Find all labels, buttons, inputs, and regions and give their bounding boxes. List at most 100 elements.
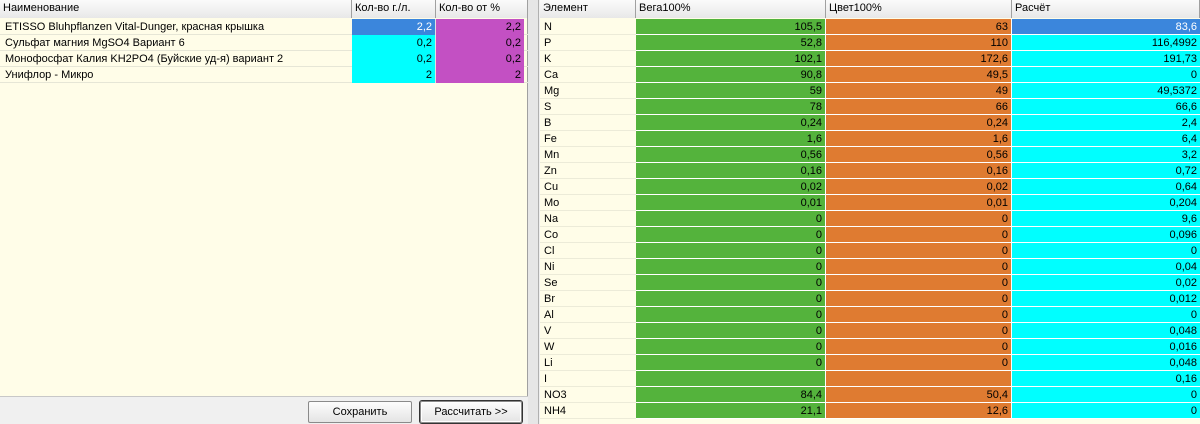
ingredient-name[interactable]: Сульфат магния MgSO4 Вариант 6 xyxy=(0,35,352,51)
element-vega-value[interactable]: 78 xyxy=(636,99,826,115)
element-vega-value[interactable]: 0,16 xyxy=(636,163,826,179)
element-symbol[interactable]: Li xyxy=(540,355,636,371)
element-vega-value[interactable]: 0 xyxy=(636,211,826,227)
element-row[interactable]: S 78 66 66,6 xyxy=(540,99,1200,115)
element-symbol[interactable]: V xyxy=(540,323,636,339)
element-symbol[interactable]: W xyxy=(540,339,636,355)
element-row[interactable]: B 0,24 0,24 2,4 xyxy=(540,115,1200,131)
element-cvet-value[interactable]: 172,6 xyxy=(826,51,1012,67)
ingredient-percent[interactable]: 0,2 xyxy=(436,51,524,67)
element-cvet-value[interactable]: 0 xyxy=(826,211,1012,227)
element-cvet-value[interactable]: 66 xyxy=(826,99,1012,115)
element-row[interactable]: K 102,1 172,6 191,73 xyxy=(540,51,1200,67)
element-row[interactable]: Li 0 0 0,048 xyxy=(540,355,1200,371)
element-symbol[interactable]: NO3 xyxy=(540,387,636,403)
element-row[interactable]: Mg 59 49 49,5372 xyxy=(540,83,1200,99)
element-calc-value[interactable]: 0,012 xyxy=(1012,291,1200,307)
element-calc-value[interactable]: 9,6 xyxy=(1012,211,1200,227)
element-vega-value[interactable]: 0,01 xyxy=(636,195,826,211)
element-symbol[interactable]: Se xyxy=(540,275,636,291)
element-calc-value[interactable]: 3,2 xyxy=(1012,147,1200,163)
element-calc-value[interactable]: 116,4992 xyxy=(1012,35,1200,51)
element-symbol[interactable]: B xyxy=(540,115,636,131)
element-calc-value[interactable]: 0,04 xyxy=(1012,259,1200,275)
element-cvet-value[interactable]: 0 xyxy=(826,259,1012,275)
element-vega-value[interactable]: 84,4 xyxy=(636,387,826,403)
element-calc-value[interactable]: 0 xyxy=(1012,67,1200,83)
element-row[interactable]: Fe 1,6 1,6 6,4 xyxy=(540,131,1200,147)
element-symbol[interactable]: I xyxy=(540,371,636,387)
element-cvet-value[interactable]: 0,02 xyxy=(826,179,1012,195)
element-calc-value[interactable]: 0,048 xyxy=(1012,323,1200,339)
element-cvet-value[interactable]: 63 xyxy=(826,19,1012,35)
ingredient-grams-per-liter[interactable]: 0,2 xyxy=(352,51,436,67)
column-header-percent[interactable]: Кол-во от % xyxy=(436,0,528,18)
element-vega-value[interactable]: 0 xyxy=(636,259,826,275)
element-cvet-value[interactable]: 0 xyxy=(826,355,1012,371)
element-vega-value[interactable]: 0 xyxy=(636,227,826,243)
ingredient-name[interactable]: ETISSO Bluhpflanzen Vital-Dunger, красна… xyxy=(0,19,352,35)
save-button[interactable]: Сохранить xyxy=(308,401,412,423)
element-cvet-value[interactable]: 0,24 xyxy=(826,115,1012,131)
element-row[interactable]: Na 0 0 9,6 xyxy=(540,211,1200,227)
element-cvet-value[interactable]: 49,5 xyxy=(826,67,1012,83)
element-cvet-value[interactable]: 0 xyxy=(826,275,1012,291)
element-cvet-value[interactable]: 1,6 xyxy=(826,131,1012,147)
element-cvet-value[interactable]: 0 xyxy=(826,227,1012,243)
ingredient-row[interactable]: Унифлор - Микро 2 2 xyxy=(0,67,528,83)
element-calc-value[interactable]: 0 xyxy=(1012,243,1200,259)
element-row[interactable]: Se 0 0 0,02 xyxy=(540,275,1200,291)
element-cvet-value[interactable]: 0,16 xyxy=(826,163,1012,179)
element-symbol[interactable]: Cu xyxy=(540,179,636,195)
column-header-cvet[interactable]: Цвет100% xyxy=(826,0,1012,18)
element-row[interactable]: Br 0 0 0,012 xyxy=(540,291,1200,307)
element-calc-value[interactable]: 6,4 xyxy=(1012,131,1200,147)
element-symbol[interactable]: Mo xyxy=(540,195,636,211)
column-header-grams-per-liter[interactable]: Кол-во г./л. xyxy=(352,0,436,18)
element-calc-value[interactable]: 83,6 xyxy=(1012,19,1200,35)
ingredient-name[interactable]: Монофосфат Калия KH2PO4 (Буйские уд-я) в… xyxy=(0,51,352,67)
element-vega-value[interactable]: 0 xyxy=(636,243,826,259)
element-vega-value[interactable]: 0,56 xyxy=(636,147,826,163)
element-row[interactable]: Cu 0,02 0,02 0,64 xyxy=(540,179,1200,195)
element-calc-value[interactable]: 0,72 xyxy=(1012,163,1200,179)
element-calc-value[interactable]: 0 xyxy=(1012,307,1200,323)
element-row[interactable]: N 105,5 63 83,6 xyxy=(540,19,1200,35)
element-calc-value[interactable]: 0,02 xyxy=(1012,275,1200,291)
element-vega-value[interactable]: 0 xyxy=(636,355,826,371)
element-symbol[interactable]: Ni xyxy=(540,259,636,275)
element-symbol[interactable]: Br xyxy=(540,291,636,307)
ingredient-percent[interactable]: 2,2 xyxy=(436,19,524,35)
element-cvet-value[interactable]: 0,56 xyxy=(826,147,1012,163)
element-calc-value[interactable]: 191,73 xyxy=(1012,51,1200,67)
element-symbol[interactable]: Ca xyxy=(540,67,636,83)
column-header-calc[interactable]: Расчёт xyxy=(1012,0,1200,18)
element-row[interactable]: NH4 21,1 12,6 0 xyxy=(540,403,1200,419)
element-symbol[interactable]: Zn xyxy=(540,163,636,179)
element-row[interactable]: Mn 0,56 0,56 3,2 xyxy=(540,147,1200,163)
element-row[interactable]: Co 0 0 0,096 xyxy=(540,227,1200,243)
element-symbol[interactable]: Mn xyxy=(540,147,636,163)
element-cvet-value[interactable]: 49 xyxy=(826,83,1012,99)
element-vega-value[interactable]: 59 xyxy=(636,83,826,99)
element-symbol[interactable]: NH4 xyxy=(540,403,636,419)
element-symbol[interactable]: Mg xyxy=(540,83,636,99)
element-calc-value[interactable]: 0,16 xyxy=(1012,371,1200,387)
ingredient-row[interactable]: Монофосфат Калия KH2PO4 (Буйские уд-я) в… xyxy=(0,51,528,67)
ingredient-row[interactable]: ETISSO Bluhpflanzen Vital-Dunger, красна… xyxy=(0,19,528,35)
element-symbol[interactable]: S xyxy=(540,99,636,115)
element-row[interactable]: I 0,16 xyxy=(540,371,1200,387)
element-vega-value[interactable]: 0 xyxy=(636,307,826,323)
element-symbol[interactable]: Cl xyxy=(540,243,636,259)
ingredient-percent[interactable]: 2 xyxy=(436,67,524,83)
element-vega-value[interactable]: 0 xyxy=(636,291,826,307)
element-cvet-value[interactable]: 0 xyxy=(826,243,1012,259)
element-calc-value[interactable]: 2,4 xyxy=(1012,115,1200,131)
element-calc-value[interactable]: 49,5372 xyxy=(1012,83,1200,99)
element-symbol[interactable]: Fe xyxy=(540,131,636,147)
panel-splitter[interactable] xyxy=(528,0,539,424)
element-calc-value[interactable]: 0,016 xyxy=(1012,339,1200,355)
ingredient-grams-per-liter[interactable]: 0,2 xyxy=(352,35,436,51)
element-cvet-value[interactable]: 50,4 xyxy=(826,387,1012,403)
element-cvet-value[interactable]: 12,6 xyxy=(826,403,1012,419)
